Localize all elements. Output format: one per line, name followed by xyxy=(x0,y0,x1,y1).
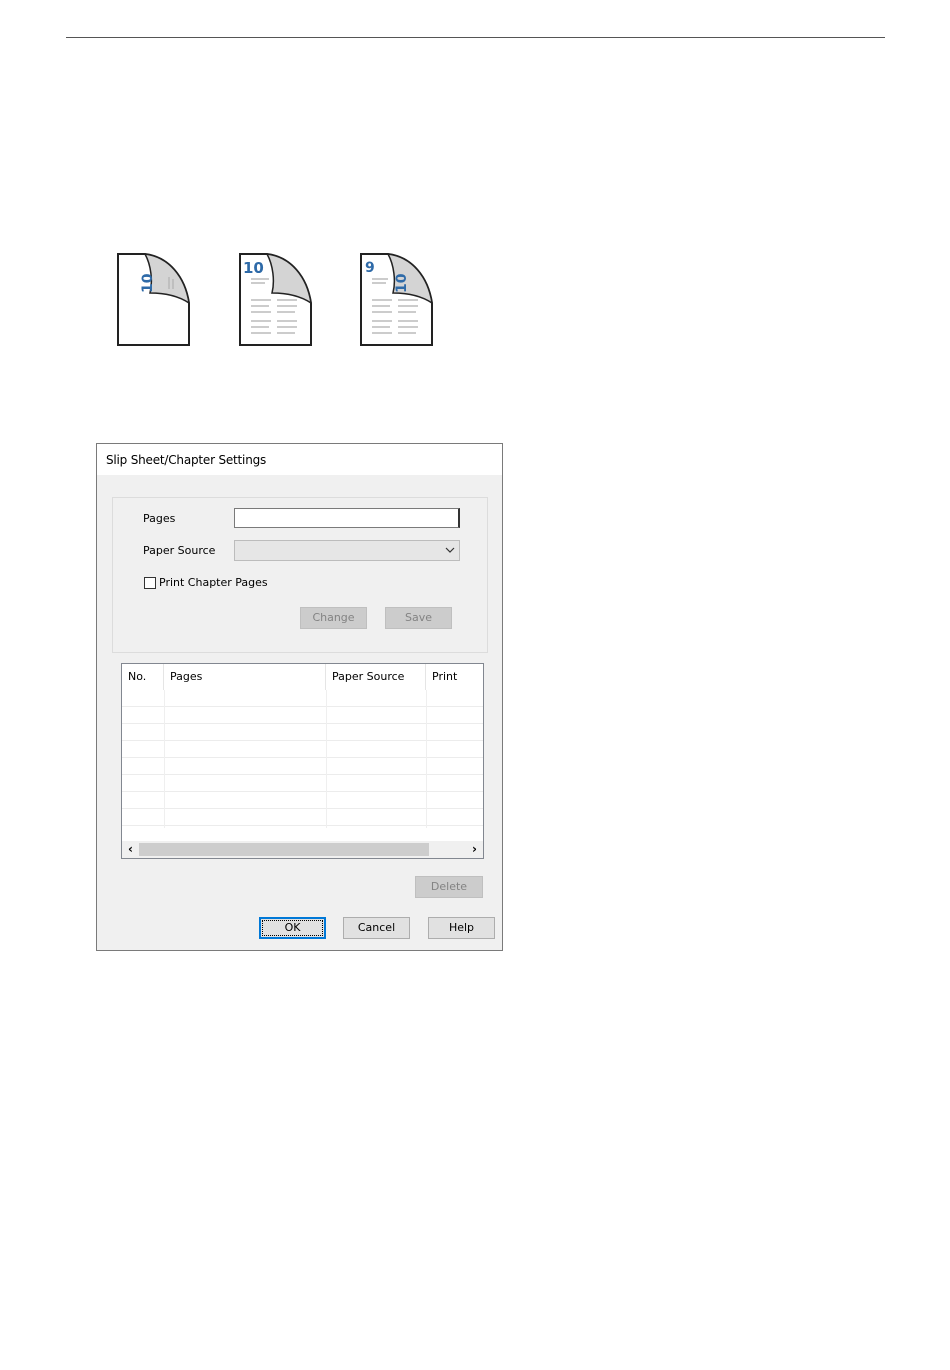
row-line xyxy=(122,757,483,758)
column-header-pages[interactable]: Pages xyxy=(164,664,326,690)
row-line xyxy=(122,825,483,826)
chevron-down-icon xyxy=(445,547,455,553)
front-page-number: 9 xyxy=(365,260,375,276)
paper-source-label: Paper Source xyxy=(143,544,216,557)
row-line xyxy=(122,791,483,792)
column-line xyxy=(164,690,165,828)
dialog-title-bar: Slip Sheet/Chapter Settings xyxy=(97,444,502,475)
front-page-number: 10 xyxy=(243,259,264,277)
column-line xyxy=(426,690,427,828)
horizontal-scrollbar[interactable]: ‹ › xyxy=(122,841,483,858)
pages-label: Pages xyxy=(143,512,176,525)
row-line xyxy=(122,723,483,724)
pages-input[interactable] xyxy=(234,508,460,528)
back-page-number: 10 xyxy=(140,273,156,293)
slip-sheet-blank-illustration: 10 xyxy=(117,253,191,347)
column-header-no[interactable]: No. xyxy=(122,664,164,690)
change-button[interactable]: Change xyxy=(300,607,367,629)
row-line xyxy=(122,774,483,775)
row-line xyxy=(122,740,483,741)
print-chapter-checkbox[interactable] xyxy=(144,577,156,589)
column-header-print[interactable]: Print xyxy=(426,664,483,690)
scrollbar-thumb[interactable] xyxy=(139,843,429,856)
scroll-right-icon[interactable]: › xyxy=(466,841,483,858)
help-button[interactable]: Help xyxy=(428,917,495,939)
dialog-title: Slip Sheet/Chapter Settings xyxy=(106,453,267,467)
top-divider xyxy=(66,37,885,38)
back-page-number: 10 xyxy=(394,273,410,293)
chapter-both-sides-illustration: 9 10 xyxy=(360,253,434,347)
slip-sheet-chapter-dialog: Slip Sheet/Chapter Settings Pages Paper … xyxy=(96,443,503,951)
column-line xyxy=(326,690,327,828)
column-header-paper-source[interactable]: Paper Source xyxy=(326,664,426,690)
chapter-list[interactable]: No. Pages Paper Source Print ‹ › xyxy=(121,663,484,859)
save-button[interactable]: Save xyxy=(385,607,452,629)
paper-source-select[interactable] xyxy=(234,540,460,561)
delete-button[interactable]: Delete xyxy=(415,876,483,898)
chapter-front-illustration: 10 xyxy=(239,253,313,347)
scroll-left-icon[interactable]: ‹ xyxy=(122,841,139,858)
cancel-button[interactable]: Cancel xyxy=(343,917,410,939)
print-chapter-label: Print Chapter Pages xyxy=(159,576,268,589)
ok-button[interactable]: OK xyxy=(259,917,326,939)
row-line xyxy=(122,808,483,809)
row-line xyxy=(122,706,483,707)
